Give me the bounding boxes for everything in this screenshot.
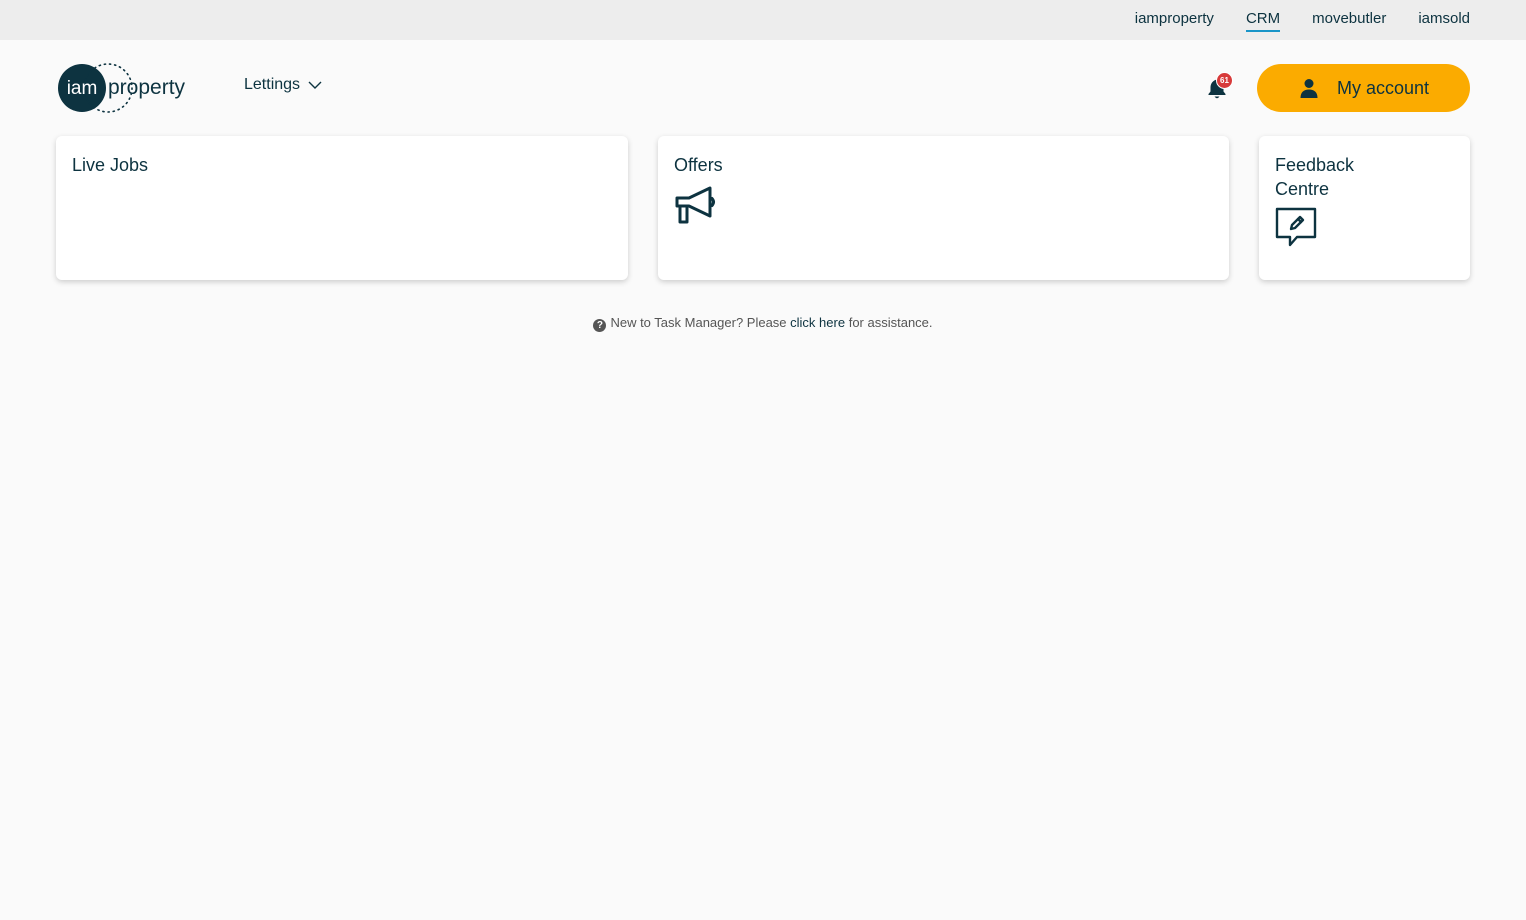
department-menu[interactable]: Lettings — [244, 76, 322, 94]
notifications-button[interactable]: 61 — [1204, 72, 1234, 102]
feedback-centre-title: Feedback Centre — [1275, 155, 1355, 199]
help-prefix: New to Task Manager? Please — [610, 315, 787, 330]
my-account-label: My account — [1337, 78, 1430, 98]
site-header: iam property Lettings 61 My account — [0, 40, 1526, 136]
brand-bar: iamproperty CRM movebutler iamsold — [0, 0, 1526, 40]
help-suffix: for assistance. — [848, 315, 933, 330]
brand-link-movebutler[interactable]: movebutler — [1312, 9, 1386, 32]
live-jobs-title: Live Jobs — [72, 155, 149, 175]
logo-wordmark: property — [108, 76, 186, 99]
iamproperty-logo[interactable]: iam property — [56, 62, 206, 114]
offers-title: Offers — [674, 155, 723, 175]
notification-count-badge: 61 — [1216, 72, 1233, 89]
help-message: ? New to Task Manager? Please click here … — [0, 314, 1526, 332]
help-link[interactable]: click here — [790, 315, 845, 330]
feedback-edit-icon — [1275, 207, 1317, 247]
my-account-button[interactable]: My account — [1257, 64, 1470, 112]
brand-link-iamsold[interactable]: iamsold — [1418, 9, 1470, 32]
brand-link-iamproperty[interactable]: iamproperty — [1135, 9, 1214, 32]
brand-link-crm[interactable]: CRM — [1245, 9, 1281, 32]
person-icon — [1300, 79, 1318, 98]
feedback-centre-card[interactable]: Feedback Centre — [1259, 136, 1470, 280]
question-circle-icon: ? — [593, 319, 607, 332]
department-menu-label: Lettings — [244, 76, 301, 93]
offers-card[interactable]: Offers — [658, 136, 1229, 280]
logo-circle-text: iam — [67, 78, 98, 99]
live-jobs-card[interactable]: Live Jobs — [56, 136, 628, 280]
brand-links: iamproperty CRM movebutler iamsold — [1135, 0, 1470, 40]
chevron-down-icon — [308, 81, 322, 89]
megaphone-icon — [675, 186, 715, 224]
